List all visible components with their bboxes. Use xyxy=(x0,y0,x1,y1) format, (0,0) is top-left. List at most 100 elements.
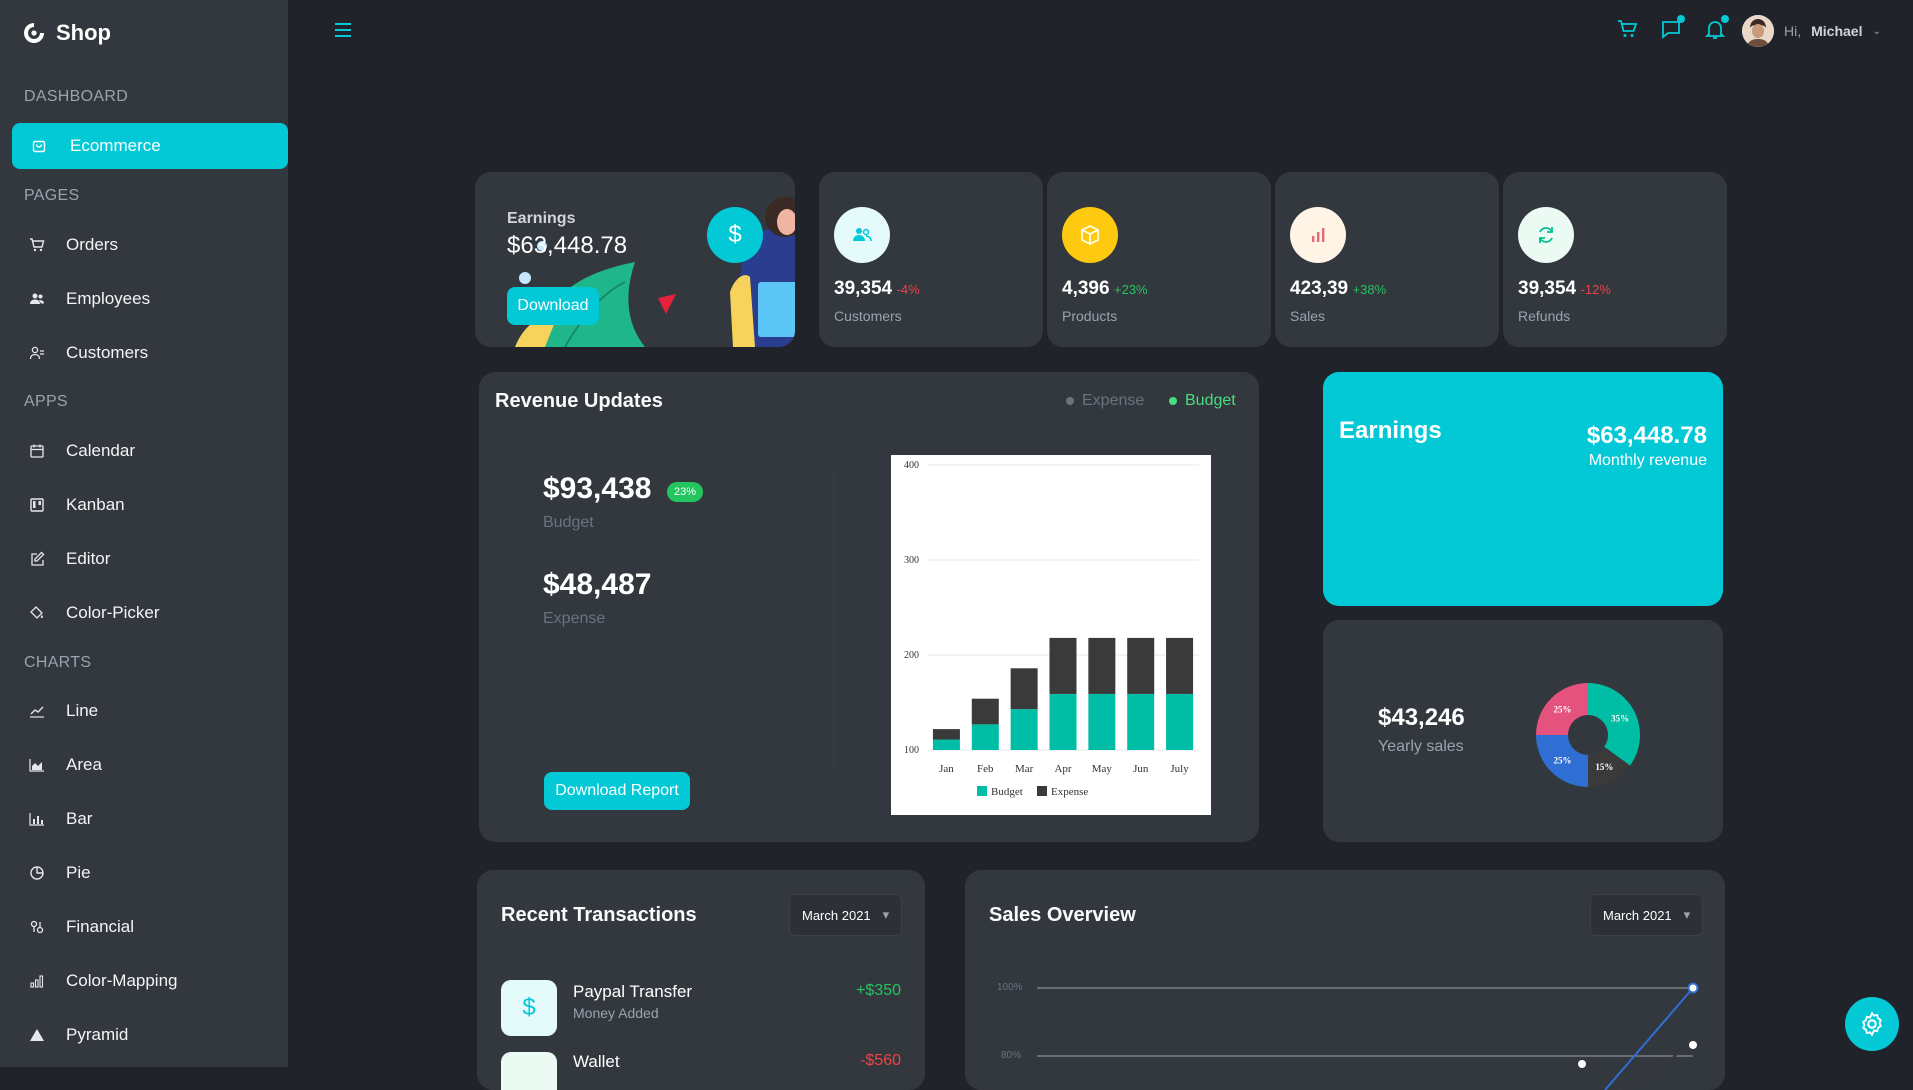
sidebar-item-financial[interactable]: Financial xyxy=(12,904,288,950)
budget-label: Budget xyxy=(543,514,594,531)
cart-icon xyxy=(28,236,46,254)
transaction-title: Wallet xyxy=(573,1052,620,1071)
line-chart-icon xyxy=(28,702,46,720)
transaction-desc: Money Added xyxy=(573,1005,659,1021)
legend-dot xyxy=(1066,397,1074,405)
sidebar-item-calendar[interactable]: Calendar xyxy=(12,428,288,474)
card-title: Revenue Updates xyxy=(495,390,663,412)
stat-change: -12% xyxy=(1580,282,1611,297)
bar-expense xyxy=(1010,668,1038,710)
sidebar-item-bar[interactable]: Bar xyxy=(12,796,288,842)
bar-budget xyxy=(1010,709,1038,750)
revenue-updates-card: Revenue Updates Expense Budget $93,438 2… xyxy=(479,372,1259,842)
earnings-value: $63,448.78 xyxy=(507,232,628,259)
stat-card-refunds: 39,354 -12% Refunds xyxy=(1503,172,1727,347)
bar-expense xyxy=(1088,637,1116,694)
bar-chart-icon[interactable] xyxy=(1290,207,1346,263)
box-icon[interactable] xyxy=(1062,207,1118,263)
download-report-button[interactable]: Download Report xyxy=(544,772,690,810)
pie-slice-label: 25% xyxy=(1554,705,1572,715)
settings-button[interactable] xyxy=(1845,997,1899,1051)
sidebar-item-label: Pie xyxy=(66,863,91,882)
sidebar-item-editor[interactable]: Editor xyxy=(12,536,288,582)
download-button[interactable]: Download xyxy=(507,287,599,325)
shop-logo-icon xyxy=(24,23,44,43)
wallet-icon xyxy=(501,1052,557,1090)
sidebar-item-color-mapping[interactable]: Color-Mapping xyxy=(12,958,288,1004)
recent-transactions-card: Recent Transactions March 2021 ▾ $ Paypa… xyxy=(477,870,925,1090)
x-tick-label: July xyxy=(1170,763,1189,775)
bell-notification-dot xyxy=(1721,15,1729,23)
chat-icon[interactable] xyxy=(1660,15,1685,40)
user-icon xyxy=(28,344,46,362)
chat-notification-dot xyxy=(1677,15,1685,23)
legend-swatch xyxy=(977,786,987,796)
bar-expense xyxy=(971,698,999,725)
legend-budget[interactable]: Budget xyxy=(1169,392,1236,410)
customers-icon[interactable] xyxy=(834,207,890,263)
stat-value: 423,39 xyxy=(1290,278,1349,299)
shopping-bag-icon xyxy=(30,137,48,155)
sidebar-item-line[interactable]: Line xyxy=(12,688,288,734)
sidebar-item-label: Editor xyxy=(66,549,111,568)
sidebar-item-label: Ecommerce xyxy=(70,136,161,155)
transactions-month-select[interactable]: March 2021 ▾ xyxy=(789,894,903,936)
chevron-down-icon: ▾ xyxy=(882,907,890,922)
x-tick-label: Mar xyxy=(1015,763,1034,775)
stat-label: Customers xyxy=(834,308,902,324)
pie-slice-label: 25% xyxy=(1554,755,1572,765)
yearly-pie-chart: 35% 15% 25% 25% xyxy=(1536,683,1640,787)
bell-icon[interactable] xyxy=(1704,15,1729,40)
avatar xyxy=(1742,15,1774,47)
brand[interactable]: Shop xyxy=(22,20,111,46)
sidebar-item-area[interactable]: Area xyxy=(12,742,288,788)
yearly-label: Yearly sales xyxy=(1378,738,1464,755)
sidebar-item-employees[interactable]: Employees xyxy=(12,276,288,322)
sidebar-item-label: Bar xyxy=(66,809,93,828)
sidebar-item-pie[interactable]: Pie xyxy=(12,850,288,896)
sidebar-item-label: Pyramid xyxy=(66,1025,129,1044)
cart-icon[interactable] xyxy=(1616,18,1638,40)
sidebar-item-color-picker[interactable]: Color-Picker xyxy=(12,590,288,636)
refresh-icon[interactable] xyxy=(1518,207,1574,263)
dollar-icon: $ xyxy=(707,207,763,263)
x-tick-label: Apr xyxy=(1054,763,1071,775)
earnings-panel-title: Earnings xyxy=(1339,417,1442,444)
dollar-icon: $ xyxy=(501,980,557,1036)
sidebar-item-ecommerce[interactable]: Ecommerce xyxy=(12,123,288,169)
user-menu[interactable]: Hi, Michael ⌄ xyxy=(1742,15,1881,47)
legend-label: Budget xyxy=(991,786,1023,798)
stat-value: 39,354 xyxy=(1518,278,1577,299)
sidebar-item-pyramid[interactable]: Pyramid xyxy=(12,1012,288,1058)
x-tick-label: Jun xyxy=(1133,763,1149,775)
x-tick-label: Feb xyxy=(977,763,994,775)
sidebar-item-orders[interactable]: Orders xyxy=(12,222,288,268)
legend-dot xyxy=(1169,397,1177,405)
stat-label: Sales xyxy=(1290,308,1326,324)
section-pages: PAGES xyxy=(24,187,80,204)
sidebar-item-label: Employees xyxy=(66,289,151,308)
expense-value: $48,487 xyxy=(543,568,652,601)
sales-overview-chart xyxy=(1037,982,1699,1090)
chevron-down-icon: ⌄ xyxy=(1872,25,1881,37)
transaction-amount: +$350 xyxy=(856,982,901,999)
sidebar-item-label: Orders xyxy=(66,235,118,254)
stat-change: -4% xyxy=(896,282,920,297)
sidebar-item-customers[interactable]: Customers xyxy=(12,330,288,376)
edit-icon xyxy=(28,550,46,568)
bar-expense xyxy=(1166,637,1194,694)
bar-budget xyxy=(971,724,999,750)
stat-label: Products xyxy=(1062,308,1118,324)
stat-label: Refunds xyxy=(1518,308,1571,324)
financial-icon xyxy=(28,918,46,936)
menu-toggle-icon[interactable] xyxy=(334,22,352,38)
stat-change: +38% xyxy=(1352,282,1387,297)
sidebar-item-label: Kanban xyxy=(66,495,125,514)
gear-icon xyxy=(1862,1011,1882,1037)
sidebar-item-kanban[interactable]: Kanban xyxy=(12,482,288,528)
legend-expense[interactable]: Expense xyxy=(1066,392,1144,410)
x-tick-label: Jan xyxy=(939,763,954,775)
color-mapping-icon xyxy=(28,972,46,990)
legend-label: Budget xyxy=(1185,392,1236,409)
bar-budget xyxy=(932,739,960,750)
